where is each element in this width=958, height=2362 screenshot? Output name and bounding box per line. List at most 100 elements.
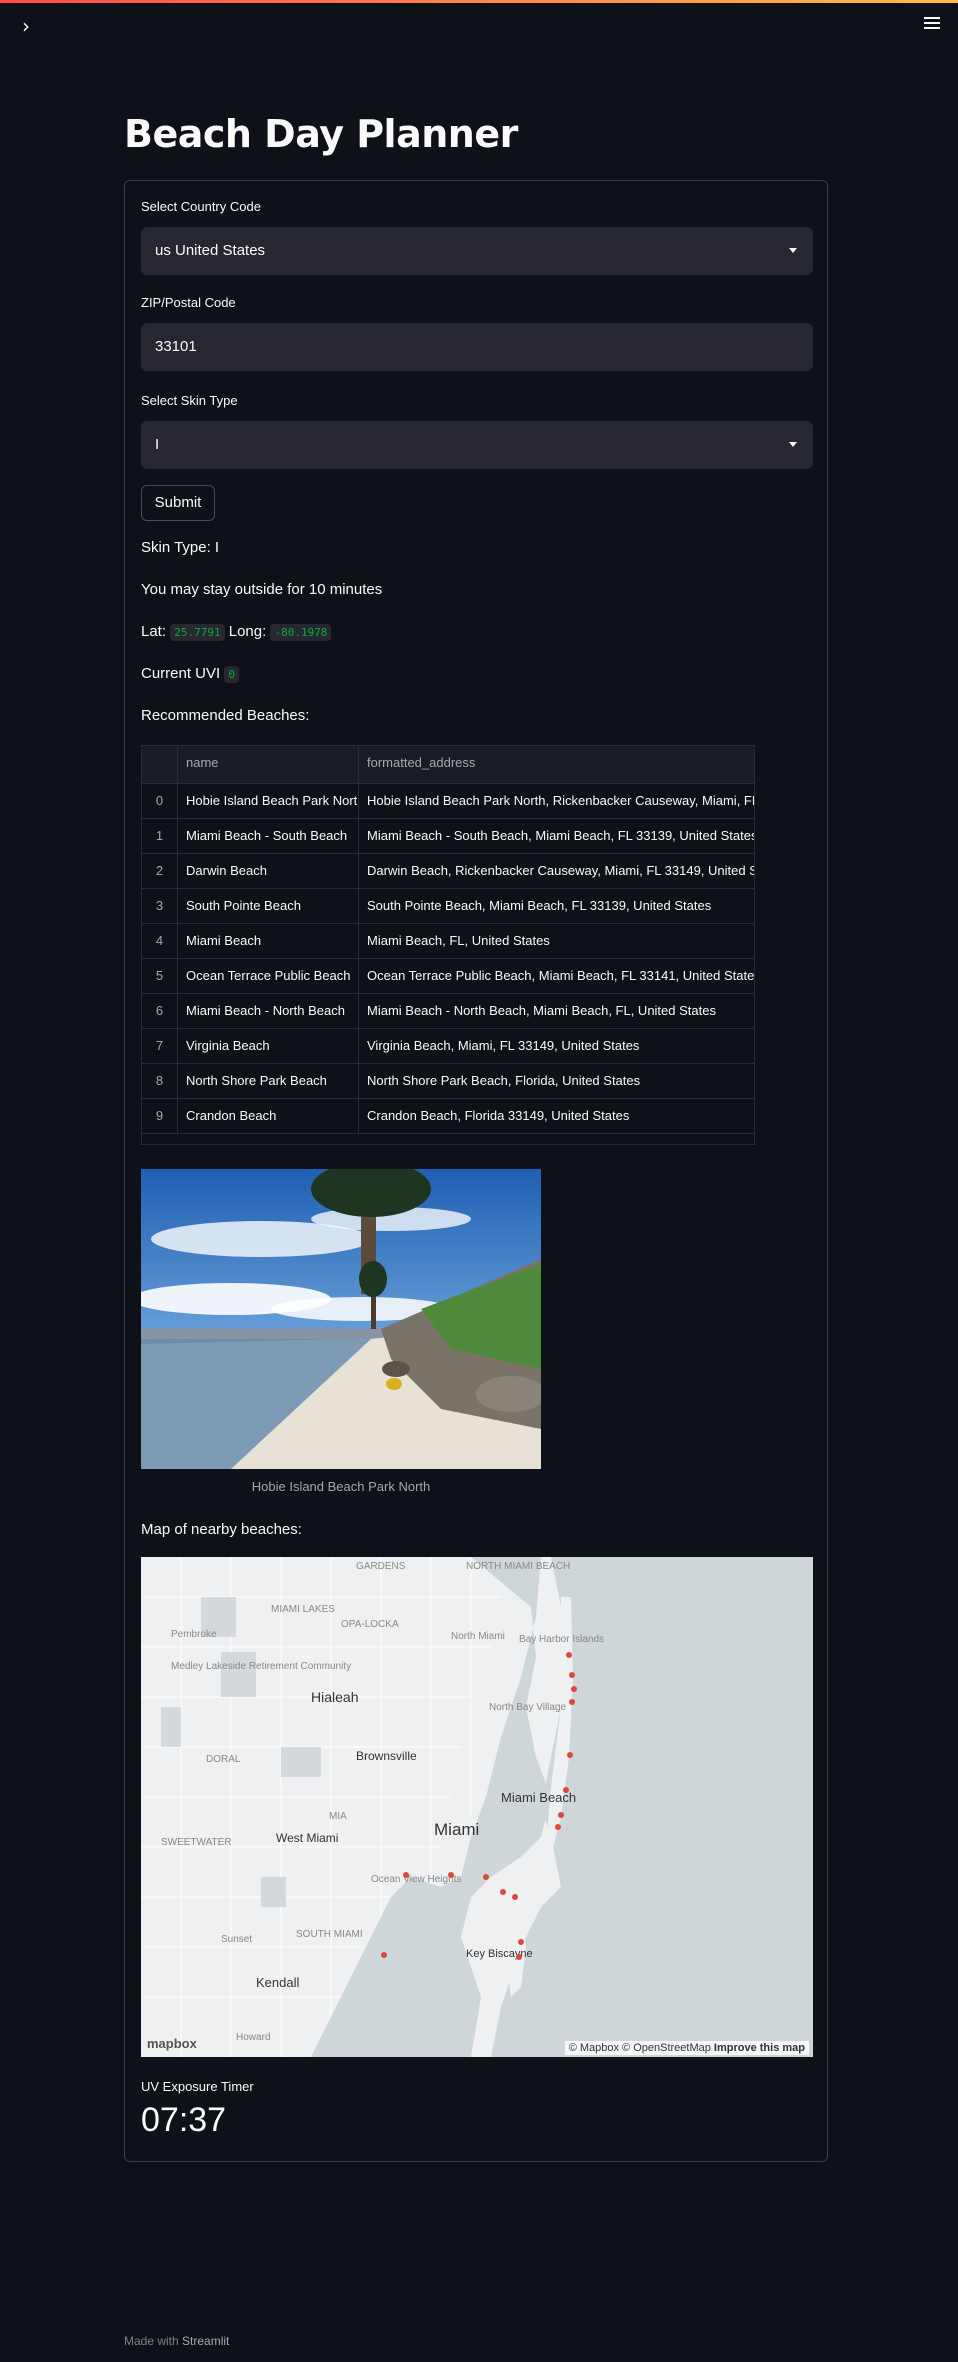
uv-timer-value: 07:37 bbox=[141, 2101, 227, 2139]
map-place-sunset: Sunset bbox=[221, 1934, 252, 1945]
table-row[interactable]: 0 Hobie Island Beach Park North Hobie Isla… bbox=[142, 784, 755, 819]
table-cell: Hobie Island Beach Park North, Rickenbac… bbox=[367, 793, 755, 808]
beaches-table[interactable]: name formatted_address 0 Hobie Island Beach… bbox=[141, 745, 755, 1145]
table-cell: 4 bbox=[142, 924, 178, 958]
table-cell: Miami Beach, FL, United States bbox=[367, 933, 550, 948]
table-cell: 7 bbox=[142, 1029, 178, 1063]
long-value: -80.1978 bbox=[270, 624, 332, 641]
map-label: Map of nearby beaches: bbox=[141, 1521, 302, 1538]
map-place-key-biscayne: Key Biscayne bbox=[466, 1948, 533, 1960]
lat-value: 25.7791 bbox=[170, 624, 225, 641]
column-header[interactable] bbox=[142, 746, 178, 783]
table-cell: Crandon Beach, Florida 33149, United Sta… bbox=[367, 1108, 630, 1123]
map-place-west-miami: West Miami bbox=[276, 1831, 338, 1845]
table-cell: 2 bbox=[142, 854, 178, 888]
table-row[interactable]: 2 Darwin Beach Darwin Beach, Rickenbacker … bbox=[142, 854, 755, 889]
map-place-hialeah: Hialeah bbox=[311, 1689, 358, 1705]
chevron-down-icon bbox=[789, 248, 797, 253]
table-cell: Darwin Beach bbox=[178, 854, 359, 888]
map-place-sweetwater: SWEETWATER bbox=[161, 1837, 232, 1848]
table-cell: Virginia Beach, Miami, FL 33149, United … bbox=[367, 1038, 640, 1053]
uvi-value: 0 bbox=[224, 666, 239, 683]
footer: Made with Streamlit bbox=[124, 2334, 229, 2348]
table-cell: 0 bbox=[142, 784, 178, 818]
table-row[interactable]: 9 Crandon Beach Crandon Beach, Florida 331… bbox=[142, 1099, 754, 1134]
stay-outside-result: You may stay outside for 10 minutes bbox=[141, 581, 383, 598]
column-header[interactable]: name bbox=[178, 746, 359, 783]
table-cell: Crandon Beach bbox=[178, 1099, 359, 1133]
planner-form: Select Country Code us United States ZIP… bbox=[124, 180, 828, 2162]
table-row[interactable]: 5 Ocean Terrace Public Beach Ocean Terrace… bbox=[142, 959, 755, 994]
zip-label: ZIP/Postal Code bbox=[141, 295, 236, 310]
long-label: Long: bbox=[228, 623, 267, 640]
top-decoration-bar bbox=[0, 0, 958, 3]
uv-timer-label: UV Exposure Timer bbox=[141, 2079, 254, 2094]
zip-input[interactable]: 33101 bbox=[141, 323, 813, 371]
table-cell: 6 bbox=[142, 994, 178, 1028]
beach-photo bbox=[141, 1169, 541, 1469]
table-cell: Miami Beach - North Beach bbox=[178, 994, 359, 1028]
skin-type-select[interactable]: I bbox=[141, 421, 813, 469]
uvi-label: Current UVI bbox=[141, 665, 221, 682]
table-cell: Miami Beach - South Beach, Miami Beach, … bbox=[367, 828, 755, 843]
map-place-miami: Miami bbox=[434, 1820, 479, 1839]
map-place-north-bay-village: North Bay Village bbox=[489, 1702, 567, 1713]
attribution-text[interactable]: © Mapbox © OpenStreetMap bbox=[569, 2042, 711, 2054]
map-place-miami-lakes: MIAMI LAKES bbox=[271, 1604, 335, 1615]
streamlit-link[interactable]: Streamlit bbox=[182, 2334, 229, 2348]
table-cell: 3 bbox=[142, 889, 178, 923]
submit-button[interactable]: Submit bbox=[141, 485, 215, 521]
table-cell: Miami Beach - South Beach bbox=[178, 819, 359, 853]
map-place-medley-lakeside: Medley Lakeside Retirement Community bbox=[171, 1661, 351, 1672]
map-place-pembroke: Pembroke bbox=[171, 1629, 217, 1640]
uvi-result: Current UVI 0 bbox=[141, 665, 239, 683]
table-row[interactable]: 3 South Pointe Beach South Pointe Beach, M… bbox=[142, 889, 754, 924]
footer-prefix: Made with bbox=[124, 2334, 179, 2348]
table-row[interactable]: 7 Virginia Beach Virginia Beach, Miami, FL… bbox=[142, 1029, 754, 1064]
map-place-bay-harbor: Bay Harbor Islands bbox=[519, 1634, 604, 1645]
table-cell: 5 bbox=[142, 959, 178, 993]
table-cell: Darwin Beach, Rickenbacker Causeway, Mia… bbox=[367, 863, 755, 878]
skin-type-label: Select Skin Type bbox=[141, 393, 238, 408]
beaches-map[interactable]: Hialeah Brownsville Miami Miami Beach We… bbox=[141, 1557, 813, 2057]
table-row[interactable]: 4 Miami Beach Miami Beach, FL, United Stat… bbox=[142, 924, 754, 959]
table-cell: 8 bbox=[142, 1064, 178, 1098]
page-title: Beach Day Planner bbox=[124, 112, 518, 156]
main-menu-icon[interactable] bbox=[920, 14, 944, 38]
map-place-howard: Howard bbox=[236, 2032, 270, 2043]
table-cell: Ocean Terrace Public Beach, Miami Beach,… bbox=[367, 968, 755, 983]
table-header: name formatted_address bbox=[142, 746, 754, 784]
country-select-value: us United States bbox=[155, 242, 266, 259]
map-place-doral: DORAL bbox=[206, 1754, 241, 1765]
country-label: Select Country Code bbox=[141, 199, 261, 214]
improve-map-link[interactable]: Improve this map bbox=[714, 2042, 805, 2054]
table-cell: Hobie Island Beach Park North bbox=[178, 784, 359, 818]
map-place-north-miami-beach: NORTH MIAMI BEACH bbox=[466, 1561, 570, 1572]
column-header[interactable]: formatted_address bbox=[359, 746, 754, 783]
map-place-opa-locka: OPA-LOCKA bbox=[341, 1619, 399, 1630]
table-cell: North Shore Park Beach, Florida, United … bbox=[367, 1073, 641, 1088]
table-row[interactable]: 1 Miami Beach - South Beach Miami Beach - … bbox=[142, 819, 755, 854]
map-attribution: © Mapbox © OpenStreetMap Improve this ma… bbox=[564, 2041, 809, 2055]
table-cell: South Pointe Beach bbox=[178, 889, 359, 923]
sidebar-toggle-chevron-icon[interactable]: › bbox=[14, 14, 38, 38]
table-cell: Miami Beach bbox=[178, 924, 359, 958]
table-cell: South Pointe Beach, Miami Beach, FL 3313… bbox=[367, 898, 712, 913]
table-row[interactable]: 8 North Shore Park Beach North Shore Park … bbox=[142, 1064, 754, 1099]
table-row[interactable]: 6 Miami Beach - North Beach Miami Beach - … bbox=[142, 994, 754, 1029]
lat-label: Lat: bbox=[141, 623, 167, 640]
mapbox-logo[interactable]: mapbox bbox=[147, 2036, 197, 2051]
skin-type-result: Skin Type: I bbox=[141, 539, 220, 556]
beach-photo-caption: Hobie Island Beach Park North bbox=[251, 1479, 431, 1494]
recommended-beaches-label: Recommended Beaches: bbox=[141, 707, 310, 724]
table-cell: Miami Beach - North Beach, Miami Beach, … bbox=[367, 1003, 716, 1018]
table-cell: 9 bbox=[142, 1099, 178, 1133]
map-place-north-miami: North Miami bbox=[451, 1631, 505, 1642]
table-cell: Ocean Terrace Public Beach bbox=[178, 959, 359, 993]
coordinates-result: Lat: 25.7791 Long: -80.1978 bbox=[141, 623, 332, 641]
table-cell: Virginia Beach bbox=[178, 1029, 359, 1063]
skin-type-select-value: I bbox=[155, 436, 160, 453]
table-cell: 1 bbox=[142, 819, 178, 853]
map-place-gardens: GARDENS bbox=[356, 1561, 406, 1572]
country-select[interactable]: us United States bbox=[141, 227, 813, 275]
